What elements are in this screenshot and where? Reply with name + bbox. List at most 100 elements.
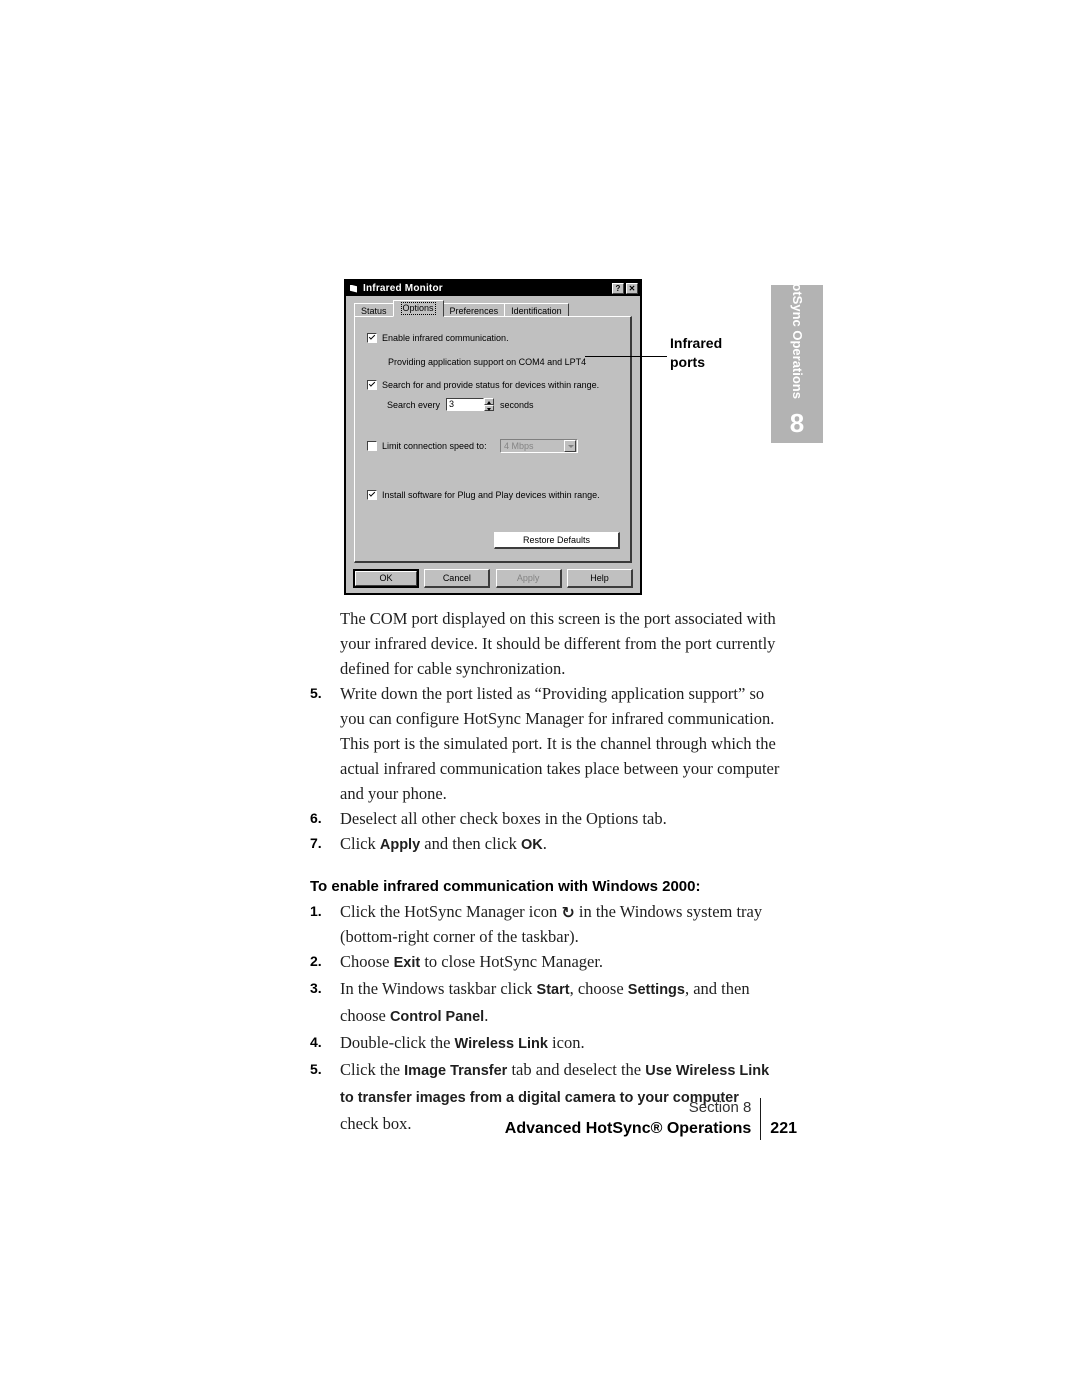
step-7-text-e: .: [542, 834, 547, 853]
search-devices-checkbox-row[interactable]: Search for and provide status for device…: [367, 380, 599, 390]
tab-status[interactable]: Status: [354, 303, 394, 317]
win-step-2-text-a: Choose: [340, 952, 394, 971]
infrared-monitor-icon: [349, 284, 359, 294]
callout-leader-line: [585, 356, 667, 357]
footer-section-label: Section 8: [688, 1099, 752, 1116]
cancel-button[interactable]: Cancel: [424, 569, 491, 588]
dialog-titlebar: Infrared Monitor ? ✕: [346, 281, 640, 296]
dialog-button-row: OK Cancel Apply Help: [353, 569, 633, 588]
search-every-prefix-label: Search every: [387, 399, 441, 410]
section-tab-label-wrap: HotSync Operations: [771, 274, 823, 399]
win-step-3-text-g: .: [484, 1006, 489, 1025]
win-step-2-number: 2.: [310, 953, 322, 969]
win-step-3-number: 3.: [310, 980, 322, 996]
tab-options[interactable]: Options: [392, 300, 444, 317]
page-footer: Section 8 Advanced HotSync® Operations 2…: [0, 1098, 1080, 1140]
search-interval-row[interactable]: Search every 3 seconds: [387, 398, 534, 411]
body-copy: The COM port displayed on this screen is…: [310, 606, 780, 1136]
infrared-monitor-dialog: Infrared Monitor ? ✕ Status Options Pref…: [344, 279, 642, 595]
stepper-down-icon[interactable]: [484, 404, 495, 411]
search-every-input[interactable]: 3: [446, 398, 485, 411]
paragraph-com-port: The COM port displayed on this screen is…: [340, 609, 776, 678]
win-step-3-text-c: , choose: [569, 979, 628, 998]
enable-infrared-checkbox-row[interactable]: Enable infrared communication.: [367, 333, 509, 343]
tab-preferences[interactable]: Preferences: [442, 303, 506, 317]
win-step-4-text-a: Double-click the: [340, 1033, 455, 1052]
step-7-ok-emphasis: OK: [520, 837, 543, 853]
win-step-3-control-panel-emphasis: Control Panel: [389, 1009, 485, 1025]
subheading-windows-2000: To enable infrared communication with Wi…: [310, 878, 701, 895]
install-pnp-label: Install software for Plug and Play devic…: [382, 490, 600, 500]
search-every-suffix-label: seconds: [500, 399, 534, 410]
hotsync-manager-icon: ↻: [561, 903, 575, 922]
restore-defaults-button[interactable]: Restore Defaults: [494, 532, 620, 549]
step-5: 5. Write down the port listed as “Provid…: [310, 681, 780, 731]
win-step-5-image-transfer-emphasis: Image Transfer: [404, 1063, 508, 1079]
chevron-down-icon[interactable]: [564, 440, 576, 452]
win-step-4-text-c: icon.: [547, 1033, 585, 1052]
win-step-4: 4. Double-click the Wireless Link icon.: [310, 1030, 780, 1057]
dialog-title: Infrared Monitor: [363, 283, 443, 294]
tab-identification-label: Identification: [511, 306, 562, 316]
step-7-number: 7.: [310, 835, 322, 851]
install-pnp-checkbox[interactable]: [367, 490, 377, 500]
enable-infrared-label: Enable infrared communication.: [382, 333, 509, 343]
section-tab-number: 8: [789, 408, 805, 438]
tab-options-label: Options: [400, 302, 436, 315]
win-step-1: 1. Click the HotSync Manager icon ↻ in t…: [310, 899, 780, 949]
enable-infrared-checkbox[interactable]: [367, 333, 377, 343]
help-icon[interactable]: ?: [612, 283, 624, 294]
win-step-2-text-c: to close HotSync Manager.: [420, 952, 604, 971]
step-7-apply-emphasis: Apply: [379, 837, 421, 853]
help-button[interactable]: Help: [566, 569, 633, 588]
win-step-3-start-emphasis: Start: [536, 982, 570, 998]
win-step-5-number: 5.: [310, 1061, 322, 1077]
paragraph-simulated-port: This port is the simulated port. It is t…: [340, 734, 780, 803]
tab-preferences-label: Preferences: [449, 306, 499, 316]
close-icon[interactable]: ✕: [626, 283, 638, 294]
ok-button[interactable]: OK: [353, 569, 419, 588]
footer-title: Advanced HotSync® Operations: [504, 1120, 752, 1137]
win-step-3: 3. In the Windows taskbar click Start, c…: [310, 976, 780, 1030]
search-devices-label: Search for and provide status for device…: [382, 380, 600, 390]
install-pnp-checkbox-row[interactable]: Install software for Plug and Play devic…: [367, 490, 600, 500]
tab-identification[interactable]: Identification: [504, 303, 569, 317]
callout-line-1: Infrared: [670, 335, 723, 351]
step-7: 7. Click Apply and then click OK.: [310, 831, 780, 858]
connection-speed-select[interactable]: 4 Mbps: [500, 439, 578, 453]
step-7-text-c: and then click: [420, 834, 521, 853]
callout-infrared-ports: Infrared ports: [670, 334, 760, 372]
limit-speed-checkbox[interactable]: [367, 441, 377, 451]
win-step-5-text-a: Click the: [340, 1060, 405, 1079]
step-6-text: Deselect all other check boxes in the Op…: [340, 809, 667, 828]
titlebar-buttons: ? ✕: [612, 283, 638, 294]
step-5-text: Write down the port listed as “Providing…: [340, 684, 775, 728]
win-step-2-exit-emphasis: Exit: [393, 955, 421, 971]
infrared-monitor-figure: Infrared Monitor ? ✕ Status Options Pref…: [344, 279, 642, 595]
step-6: 6. Deselect all other check boxes in the…: [310, 806, 780, 831]
win-step-4-wireless-link-emphasis: Wireless Link: [454, 1036, 548, 1052]
footer-main: Section 8 Advanced HotSync® Operations: [505, 1098, 762, 1140]
step-6-number: 6.: [310, 810, 322, 826]
limit-speed-label: Limit connection speed to:: [382, 441, 487, 451]
win-step-5-text-c: tab and deselect the: [507, 1060, 646, 1079]
section-tab-label: HotSync Operations: [789, 274, 805, 399]
win-step-3-text-a: In the Windows taskbar click: [340, 979, 537, 998]
limit-speed-checkbox-row[interactable]: Limit connection speed to:: [367, 441, 487, 451]
win-step-3-settings-emphasis: Settings: [627, 982, 685, 998]
win-step-2: 2. Choose Exit to close HotSync Manager.: [310, 949, 780, 976]
dialog-tabstrip: Status Options Preferences Identificatio…: [354, 300, 569, 317]
callout-line-2: ports: [670, 354, 705, 370]
search-every-stepper[interactable]: [484, 398, 495, 411]
connection-speed-value: 4 Mbps: [504, 441, 534, 451]
step-7-text-a: Click: [340, 834, 380, 853]
ok-button-label: OK: [355, 571, 417, 586]
tab-status-label: Status: [361, 306, 387, 316]
win-step-1-text-a: Click the HotSync Manager icon: [340, 902, 562, 921]
step-5-number: 5.: [310, 685, 322, 701]
search-devices-checkbox[interactable]: [367, 380, 377, 390]
win-step-1-number: 1.: [310, 903, 322, 919]
options-tab-panel: Enable infrared communication. Providing…: [354, 316, 632, 563]
section-tab: HotSync Operations 8: [771, 274, 823, 443]
providing-support-text: Providing application support on COM4 an…: [388, 357, 587, 367]
